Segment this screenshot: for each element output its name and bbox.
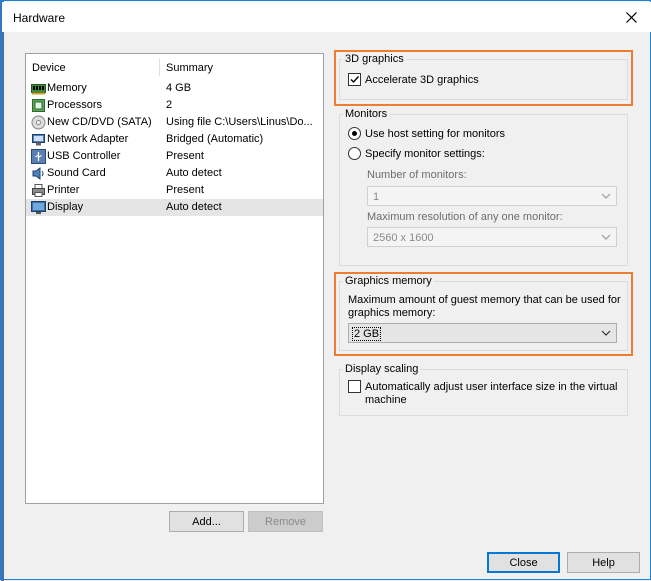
sound-card-icon: [32, 167, 44, 180]
auto-adjust-ui-checkbox[interactable]: [348, 380, 361, 393]
radio-selected-dot: [352, 131, 357, 136]
device-name: Display: [47, 201, 84, 213]
chevron-down-icon: [601, 193, 611, 199]
use-host-setting-label[interactable]: Use host setting for monitors: [365, 128, 505, 140]
usb-controller-icon: [31, 149, 46, 164]
device-summary: Bridged (Automatic): [166, 133, 264, 145]
column-header-device[interactable]: Device: [32, 62, 66, 74]
device-name: Processors: [47, 99, 103, 111]
device-summary: Auto detect: [166, 201, 222, 213]
graphics-memory-description-line1: Maximum amount of guest memory that can …: [348, 294, 621, 306]
device-summary: Present: [166, 150, 204, 162]
column-separator[interactable]: [159, 58, 160, 76]
number-of-monitors-value: 1: [373, 191, 380, 203]
graphics-memory-select[interactable]: 2 GB: [348, 323, 617, 343]
close-icon: [625, 11, 637, 23]
remove-device-button[interactable]: Remove: [248, 511, 323, 532]
specify-monitor-settings-radio[interactable]: [348, 147, 361, 160]
graphics-memory-value: 2 GB: [352, 327, 382, 341]
printer-icon: [32, 184, 45, 197]
number-of-monitors-select[interactable]: 1: [367, 186, 617, 206]
close-window-button[interactable]: [619, 5, 643, 29]
device-name: Printer: [47, 184, 80, 196]
display-icon: [31, 201, 46, 214]
device-name: Network Adapter: [47, 133, 129, 145]
add-device-button[interactable]: Add...: [169, 511, 244, 532]
max-resolution-value: 2560 x 1600: [373, 232, 434, 244]
chevron-down-icon: [601, 234, 611, 240]
device-row-printer[interactable]: Printer Present: [26, 182, 323, 199]
processor-icon: [32, 99, 45, 112]
device-list-header: Device Summary: [26, 54, 323, 78]
background-window-edge: [1, 1, 4, 581]
close-button[interactable]: Close: [487, 552, 560, 573]
window-title: Hardware: [13, 11, 66, 25]
chevron-down-icon: [601, 330, 611, 336]
memory-icon: [31, 84, 46, 95]
number-of-monitors-label: Number of monitors:: [367, 169, 467, 181]
device-row-cd-dvd[interactable]: New CD/DVD (SATA) Using file C:\Users\Li…: [26, 114, 323, 131]
use-host-setting-radio[interactable]: [348, 127, 361, 140]
accelerate-3d-checkbox[interactable]: [348, 73, 361, 86]
cd-dvd-icon: [31, 115, 46, 130]
device-name: USB Controller: [47, 150, 121, 162]
device-summary: Present: [166, 184, 204, 196]
device-summary: 2: [166, 99, 173, 111]
network-adapter-icon: [32, 134, 45, 146]
column-header-summary[interactable]: Summary: [166, 62, 213, 74]
hardware-dialog: Hardware Device Summary Memory 4 GB Proc…: [0, 0, 651, 581]
device-row-processors[interactable]: Processors 2: [26, 97, 323, 114]
max-resolution-label: Maximum resolution of any one monitor:: [367, 211, 563, 223]
accelerate-3d-label[interactable]: Accelerate 3D graphics: [365, 74, 479, 86]
title-bar: Hardware: [2, 2, 651, 32]
help-button[interactable]: Help: [567, 552, 640, 573]
device-name: Sound Card: [47, 167, 106, 179]
device-row-sound-card[interactable]: Sound Card Auto detect: [26, 165, 323, 182]
device-row-network-adapter[interactable]: Network Adapter Bridged (Automatic): [26, 131, 323, 148]
device-summary: Auto detect: [166, 167, 222, 179]
specify-monitor-settings-label[interactable]: Specify monitor settings:: [365, 148, 485, 160]
auto-adjust-ui-label-line1[interactable]: Automatically adjust user interface size…: [365, 381, 618, 393]
auto-adjust-ui-label-line2[interactable]: machine: [365, 394, 407, 406]
group-label-display-scaling: Display scaling: [343, 363, 421, 375]
device-summary: Using file C:\Users\Linus\Do...: [166, 116, 313, 128]
group-label-monitors: Monitors: [343, 108, 390, 120]
max-resolution-select[interactable]: 2560 x 1600: [367, 227, 617, 247]
device-name: Memory: [47, 82, 87, 94]
device-row-usb-controller[interactable]: USB Controller Present: [26, 148, 323, 165]
device-summary: 4 GB: [166, 82, 192, 94]
device-row-display[interactable]: Display Auto detect: [26, 199, 323, 216]
device-name: New CD/DVD (SATA): [47, 116, 152, 128]
device-list[interactable]: Device Summary Memory 4 GB Processors 2: [25, 53, 324, 504]
checkmark-icon: [350, 76, 360, 84]
device-row-memory[interactable]: Memory 4 GB: [26, 80, 323, 97]
graphics-memory-description-line2: graphics memory:: [348, 307, 436, 319]
